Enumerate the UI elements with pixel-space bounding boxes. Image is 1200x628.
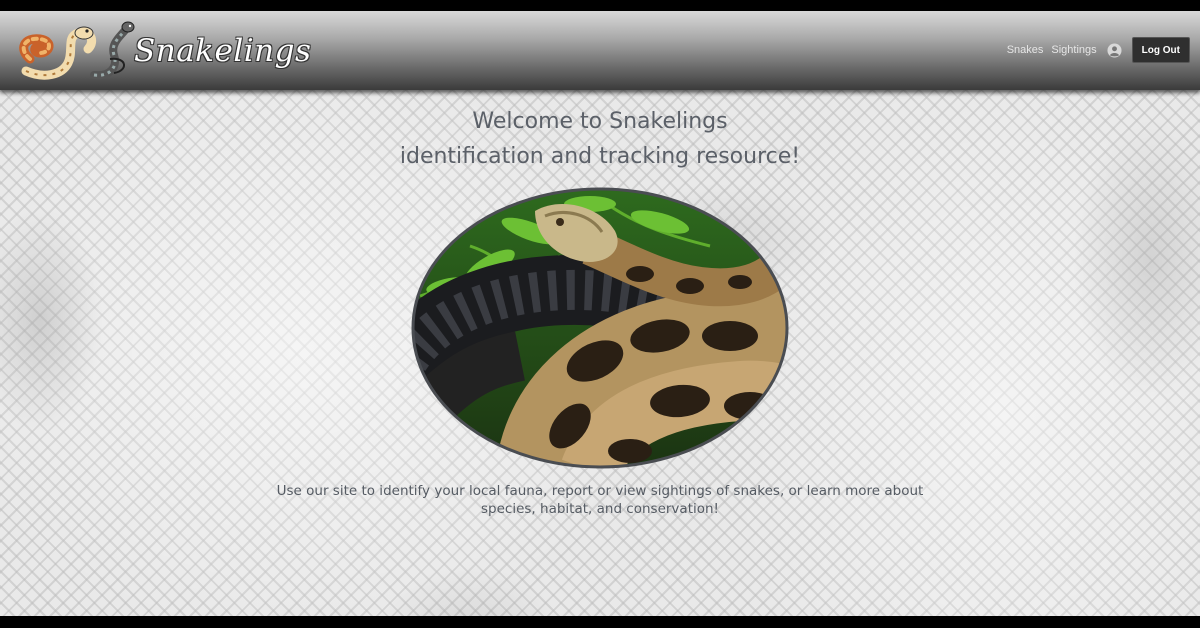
- brand-name: Snakelings: [134, 33, 312, 69]
- logout-button[interactable]: Log Out: [1131, 37, 1190, 63]
- brand-logo[interactable]: Snakelings: [10, 19, 311, 83]
- welcome-heading: Welcome to Snakelings identification and…: [0, 104, 1200, 174]
- intro-text-line1: Use our site to identify your local faun…: [276, 483, 924, 499]
- bottom-bar: [0, 616, 1200, 628]
- top-navbar: Snakelings Snakes Sightings Log Out: [0, 11, 1200, 90]
- nav-menu: Snakes Sightings Log Out: [1007, 36, 1190, 64]
- intro-text: Use our site to identify your local faun…: [260, 482, 940, 518]
- nav-link-snakes[interactable]: Snakes: [1007, 44, 1044, 56]
- snake-logo-icon: [19, 21, 135, 80]
- user-account-icon[interactable]: [1107, 42, 1122, 58]
- hero-snake-image: [410, 186, 790, 470]
- nav-link-sightings[interactable]: Sightings: [1051, 44, 1096, 56]
- page: Snakelings Snakes Sightings Log Out Welc…: [0, 0, 1200, 628]
- welcome-heading-line1: Welcome to Snakelings: [472, 109, 728, 134]
- welcome-heading-line2: identification and tracking resource!: [399, 144, 801, 169]
- intro-text-line2: species, habitat, and conservation!: [481, 501, 719, 517]
